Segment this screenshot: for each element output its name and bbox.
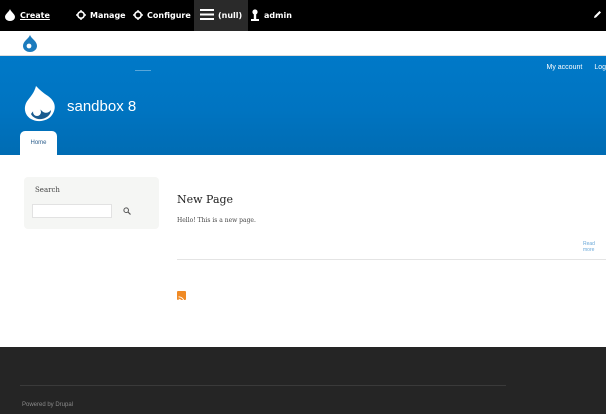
user-icon: [250, 8, 260, 23]
gear-icon: [133, 9, 143, 22]
drupal-drop-icon: [4, 8, 16, 23]
toolbar-user[interactable]: admin: [250, 0, 292, 31]
toolbar-create-label: Create: [20, 11, 50, 20]
my-account-link[interactable]: My account: [547, 64, 583, 71]
toolbar-configure[interactable]: Configure: [133, 0, 191, 31]
site-footer: Powered by Drupal: [0, 347, 606, 414]
search-block: Search: [24, 177, 159, 229]
toolbar-edit[interactable]: [593, 0, 602, 31]
toolbar-manage-label: Manage: [90, 11, 126, 20]
search-button[interactable]: [115, 202, 139, 219]
tab-home[interactable]: Home: [20, 131, 57, 155]
main-content: Search New Page Hello! This is a new pag…: [0, 155, 606, 347]
toolbar-create[interactable]: Create: [4, 0, 50, 31]
toolbar-null-label: (null): [218, 11, 243, 20]
site-name[interactable]: sandbox 8: [67, 98, 136, 115]
drupal-logo-icon[interactable]: [22, 35, 38, 57]
site-logo[interactable]: [22, 84, 58, 129]
toolbar-tray: [0, 31, 606, 56]
admin-toolbar: Create Manage Configure (null) admin: [0, 0, 606, 31]
footer-divider: [20, 385, 506, 386]
toolbar-user-label: admin: [264, 11, 292, 20]
logout-link[interactable]: Log: [594, 64, 606, 71]
toolbar-manage[interactable]: Manage: [76, 0, 126, 31]
content-divider: [177, 259, 606, 260]
toolbar-configure-label: Configure: [147, 11, 191, 20]
toolbar-null[interactable]: (null): [194, 0, 249, 31]
powered-by[interactable]: Powered by Drupal: [22, 402, 73, 408]
site-header: My account Log sandbox 8 Home: [0, 56, 606, 155]
gear-icon: [76, 9, 86, 22]
page-title[interactable]: New Page: [177, 193, 233, 206]
search-block-title: Search: [35, 186, 60, 194]
rss-icon[interactable]: [177, 291, 186, 303]
pencil-icon: [593, 10, 602, 21]
search-icon: [123, 203, 131, 218]
page-body: Hello! This is a new page.: [177, 217, 256, 224]
read-more-link[interactable]: Read more: [583, 241, 606, 253]
hamburger-icon: [200, 9, 214, 22]
header-divider: [135, 70, 151, 71]
search-input[interactable]: [32, 204, 112, 218]
secondary-menu: My account Log: [547, 64, 606, 71]
